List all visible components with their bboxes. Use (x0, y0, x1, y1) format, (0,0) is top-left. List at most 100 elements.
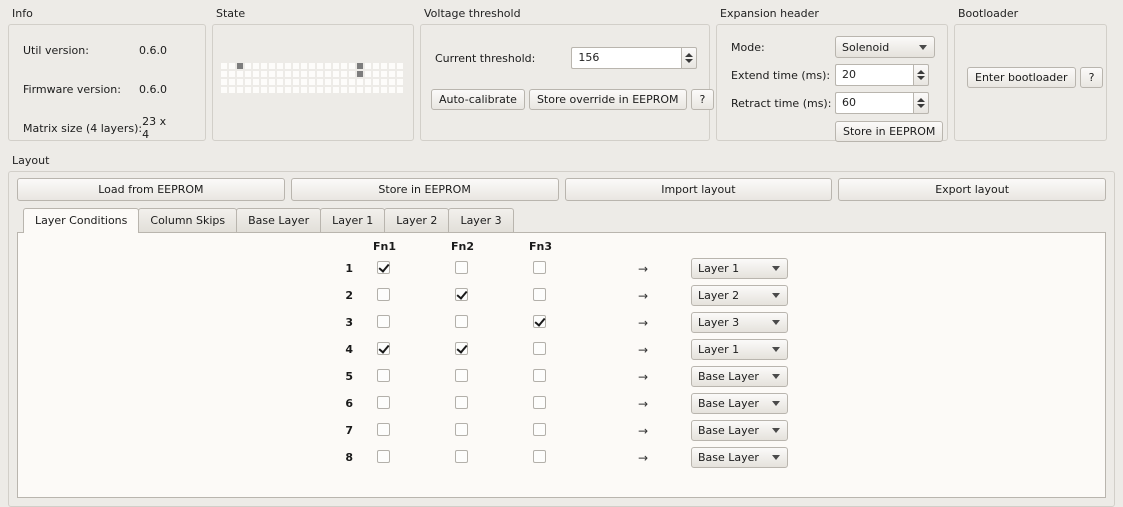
matrix-cell (293, 87, 299, 93)
chevron-up-icon[interactable] (917, 98, 925, 102)
expansion-header-panel: Expansion header Mode: Solenoid Extend t… (716, 8, 948, 141)
tab-base-layer[interactable]: Base Layer (236, 208, 321, 232)
matrix-cell (229, 87, 235, 93)
current-threshold-stepper[interactable] (571, 47, 697, 69)
current-threshold-input[interactable] (571, 47, 681, 69)
target-layer-select[interactable]: Base Layer (691, 447, 788, 468)
tab-column-skips[interactable]: Column Skips (138, 208, 237, 232)
target-layer-select[interactable]: Base Layer (691, 393, 788, 414)
target-layer-select[interactable]: Base Layer (691, 366, 788, 387)
info-value-firmware-version: 0.6.0 (139, 83, 191, 96)
chevron-down-icon[interactable] (917, 76, 925, 80)
layer-condition-fn1-cell (361, 450, 439, 466)
expansion-store-in-eeprom-button[interactable]: Store in EEPROM (835, 121, 943, 142)
layer-condition-index: 2 (309, 289, 361, 302)
checkbox-fn1[interactable] (377, 450, 390, 463)
layer-conditions-header-row: Fn1 Fn2 Fn3 (309, 237, 791, 255)
checkbox-fn1[interactable] (377, 342, 390, 355)
checkbox-fn2[interactable] (455, 450, 468, 463)
matrix-cell (221, 79, 227, 85)
layer-condition-index: 6 (309, 397, 361, 410)
bootloader-actions-row: Enter bootloader ? (967, 67, 1103, 88)
arrow-right-icon: → (595, 316, 691, 330)
checkbox-fn1[interactable] (377, 423, 390, 436)
target-layer-select[interactable]: Layer 1 (691, 258, 788, 279)
expansion-mode-select[interactable]: Solenoid (835, 36, 935, 58)
checkbox-fn3[interactable] (533, 369, 546, 382)
matrix-cell (309, 63, 315, 69)
checkbox-fn2[interactable] (455, 261, 468, 274)
target-layer-select[interactable]: Base Layer (691, 420, 788, 441)
checkbox-fn3[interactable] (533, 396, 546, 409)
chevron-up-icon[interactable] (917, 70, 925, 74)
checkbox-fn3[interactable] (533, 342, 546, 355)
layer-condition-index: 7 (309, 424, 361, 437)
checkbox-fn3[interactable] (533, 315, 546, 328)
layer-condition-index: 8 (309, 451, 361, 464)
layer-condition-fn3-cell (517, 315, 595, 331)
target-layer-select[interactable]: Layer 3 (691, 312, 788, 333)
target-layer-select[interactable]: Layer 2 (691, 285, 788, 306)
chevron-down-icon (772, 428, 780, 433)
export-layout-button[interactable]: Export layout (838, 178, 1106, 201)
checkbox-fn1[interactable] (377, 261, 390, 274)
matrix-cell (381, 71, 387, 77)
chevron-down-icon (772, 455, 780, 460)
matrix-row (221, 71, 403, 77)
retract-time-input[interactable] (835, 92, 913, 114)
info-panel-body: Util version: 0.6.0 Firmware version: 0.… (8, 24, 206, 141)
layer-conditions-rows: 1→Layer 12→Layer 23→Layer 34→Layer 15→Ba… (309, 255, 791, 471)
voltage-threshold-panel-title: Voltage threshold (420, 8, 710, 24)
checkbox-fn2[interactable] (455, 369, 468, 382)
checkbox-fn3[interactable] (533, 450, 546, 463)
matrix-cell (333, 87, 339, 93)
import-layout-button[interactable]: Import layout (565, 178, 833, 201)
target-layer-value: Base Layer (698, 370, 759, 383)
tab-layer-1[interactable]: Layer 1 (320, 208, 385, 232)
store-override-in-eeprom-button[interactable]: Store override in EEPROM (529, 89, 687, 110)
checkbox-fn1[interactable] (377, 288, 390, 301)
layer-condition-index: 3 (309, 316, 361, 329)
chevron-down-icon[interactable] (917, 104, 925, 108)
target-layer-select[interactable]: Layer 1 (691, 339, 788, 360)
checkbox-fn2[interactable] (455, 396, 468, 409)
checkbox-fn2[interactable] (455, 342, 468, 355)
layer-condition-fn3-cell (517, 342, 595, 358)
checkbox-fn3[interactable] (533, 423, 546, 436)
checkbox-fn2[interactable] (455, 423, 468, 436)
retract-time-stepper[interactable] (835, 92, 929, 114)
checkbox-fn1[interactable] (377, 369, 390, 382)
chevron-up-icon[interactable] (685, 53, 693, 57)
extend-time-input[interactable] (835, 64, 913, 86)
checkbox-fn3[interactable] (533, 261, 546, 274)
matrix-cell (293, 71, 299, 77)
checkbox-fn3[interactable] (533, 288, 546, 301)
matrix-cell (333, 71, 339, 77)
enter-bootloader-button[interactable]: Enter bootloader (967, 67, 1076, 88)
layer-condition-fn3-cell (517, 450, 595, 466)
retract-time-spin-buttons[interactable] (913, 92, 929, 114)
matrix-cell (301, 63, 307, 69)
matrix-cell (349, 79, 355, 85)
tab-layer-conditions[interactable]: Layer Conditions (23, 208, 139, 233)
checkbox-fn1[interactable] (377, 315, 390, 328)
auto-calibrate-button[interactable]: Auto-calibrate (431, 89, 525, 110)
store-in-eeprom-button[interactable]: Store in EEPROM (291, 178, 559, 201)
extend-time-spin-buttons[interactable] (913, 64, 929, 86)
current-threshold-spin-buttons[interactable] (681, 47, 697, 69)
info-row-util-version: Util version: 0.6.0 (9, 37, 205, 63)
matrix-cell (357, 63, 363, 69)
checkbox-fn2[interactable] (455, 315, 468, 328)
matrix-cell (381, 63, 387, 69)
checkbox-fn1[interactable] (377, 396, 390, 409)
checkbox-fn2[interactable] (455, 288, 468, 301)
chevron-down-icon[interactable] (685, 59, 693, 63)
voltage-help-button[interactable]: ? (691, 89, 715, 110)
load-from-eeprom-button[interactable]: Load from EEPROM (17, 178, 285, 201)
matrix-cell (325, 79, 331, 85)
matrix-cell (277, 71, 283, 77)
bootloader-help-button[interactable]: ? (1080, 67, 1104, 88)
tab-layer-3[interactable]: Layer 3 (448, 208, 513, 232)
tab-layer-2[interactable]: Layer 2 (384, 208, 449, 232)
extend-time-stepper[interactable] (835, 64, 929, 86)
